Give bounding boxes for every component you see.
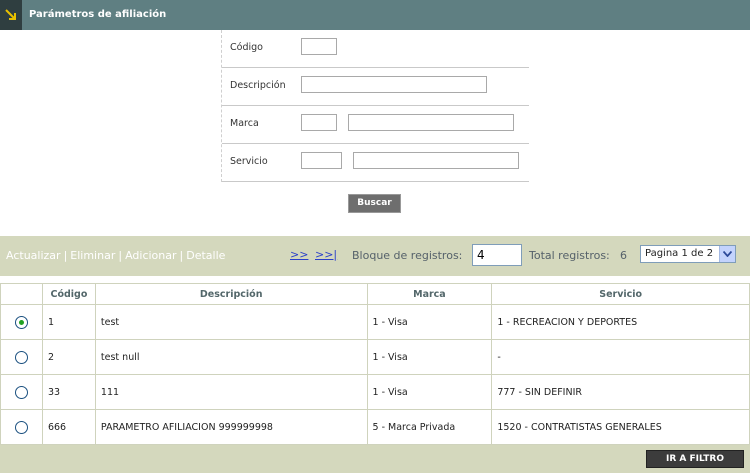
cell-codigo: 666 xyxy=(41,409,96,445)
cell-marca: 1 - Visa xyxy=(366,374,493,410)
chevron-down-icon[interactable] xyxy=(719,246,735,262)
cell-marca: 1 - Visa xyxy=(366,339,493,375)
cell-descripcion: test null xyxy=(94,339,368,375)
row-radio[interactable] xyxy=(14,420,28,434)
table-row[interactable]: 1 test 1 - Visa 1 - RECREACION Y DEPORTE… xyxy=(0,304,750,340)
buscar-button[interactable]: Buscar xyxy=(348,194,401,213)
row-select-cell xyxy=(0,339,43,375)
descripcion-label: Descripción xyxy=(230,80,286,91)
page-select[interactable]: Pagina 1 de 2 xyxy=(640,245,736,263)
servicio-row: Servicio xyxy=(222,144,529,182)
row-select-cell xyxy=(0,374,43,410)
codigo-input[interactable] xyxy=(301,38,337,55)
row-radio[interactable] xyxy=(14,350,28,364)
bloque-input[interactable] xyxy=(472,244,522,266)
servicio-name-input[interactable] xyxy=(353,152,519,169)
cell-descripcion: 111 xyxy=(94,374,368,410)
cell-descripcion: PARAMETRO AFILIACION 999999998 xyxy=(94,409,368,445)
page-title: Parámetros de afiliación xyxy=(29,9,167,20)
marca-code-input[interactable] xyxy=(301,114,337,131)
arrow-down-right-icon xyxy=(0,0,22,30)
last-page-link[interactable]: >>| xyxy=(315,248,337,261)
codigo-row: Código xyxy=(222,30,529,68)
column-header-marca[interactable]: Marca xyxy=(366,283,493,305)
cell-codigo: 2 xyxy=(41,339,96,375)
actualizar-link[interactable]: Actualizar xyxy=(6,249,61,262)
bloque-label: Bloque de registros: xyxy=(352,249,463,262)
table-header-row: Código Descripción Marca Servicio xyxy=(0,283,750,305)
marca-label: Marca xyxy=(230,118,259,129)
cell-marca: 5 - Marca Privada xyxy=(366,409,493,445)
cell-servicio: 777 - SIN DEFINIR xyxy=(491,374,750,410)
cell-codigo: 1 xyxy=(41,304,96,340)
cell-marca: 1 - Visa xyxy=(366,304,493,340)
marca-name-input[interactable] xyxy=(348,114,514,131)
cell-servicio: 1520 - CONTRATISTAS GENERALES xyxy=(491,409,750,445)
table-row[interactable]: 2 test null 1 - Visa - xyxy=(0,339,750,375)
total-value: 6 xyxy=(620,249,627,262)
page-header: Parámetros de afiliación xyxy=(0,0,750,30)
row-radio[interactable] xyxy=(14,385,28,399)
page-footer: IR A FILTRO xyxy=(0,445,750,473)
total-label: Total registros: xyxy=(529,249,610,262)
column-header-servicio[interactable]: Servicio xyxy=(491,283,750,305)
action-links: Actualizar | Eliminar | Adicionar | Detalle xyxy=(6,249,225,262)
filter-form: Código Descripción Marca Servicio xyxy=(221,30,529,182)
cell-codigo: 33 xyxy=(41,374,96,410)
table-row[interactable]: 33 111 1 - Visa 777 - SIN DEFINIR xyxy=(0,374,750,410)
results-table: Código Descripción Marca Servicio 1 test… xyxy=(0,283,750,445)
ir-a-filtro-button[interactable]: IR A FILTRO xyxy=(646,450,744,468)
separator: | xyxy=(179,249,184,262)
marca-row: Marca xyxy=(222,106,529,144)
page-select-value: Pagina 1 de 2 xyxy=(645,248,714,259)
separator: | xyxy=(63,249,68,262)
detalle-link[interactable]: Detalle xyxy=(186,249,225,262)
next-page-link[interactable]: >> xyxy=(290,248,308,261)
row-select-cell xyxy=(0,409,43,445)
cell-servicio: - xyxy=(491,339,750,375)
descripcion-row: Descripción xyxy=(222,68,529,106)
column-header-codigo[interactable]: Código xyxy=(41,283,96,305)
adicionar-link[interactable]: Adicionar xyxy=(125,249,176,262)
table-row[interactable]: 666 PARAMETRO AFILIACION 999999998 5 - M… xyxy=(0,409,750,445)
codigo-label: Código xyxy=(230,42,263,53)
results-toolbar: Actualizar | Eliminar | Adicionar | Detalle >>… xyxy=(0,236,750,276)
row-select-cell xyxy=(0,304,43,340)
cell-servicio: 1 - RECREACION Y DEPORTES xyxy=(491,304,750,340)
row-radio[interactable] xyxy=(14,315,28,329)
separator: | xyxy=(118,249,123,262)
descripcion-input[interactable] xyxy=(301,76,487,93)
column-header-select xyxy=(0,283,43,305)
servicio-code-input[interactable] xyxy=(301,152,342,169)
column-header-descripcion[interactable]: Descripción xyxy=(94,283,368,305)
cell-descripcion: test xyxy=(94,304,368,340)
servicio-label: Servicio xyxy=(230,156,268,167)
eliminar-link[interactable]: Eliminar xyxy=(70,249,115,262)
